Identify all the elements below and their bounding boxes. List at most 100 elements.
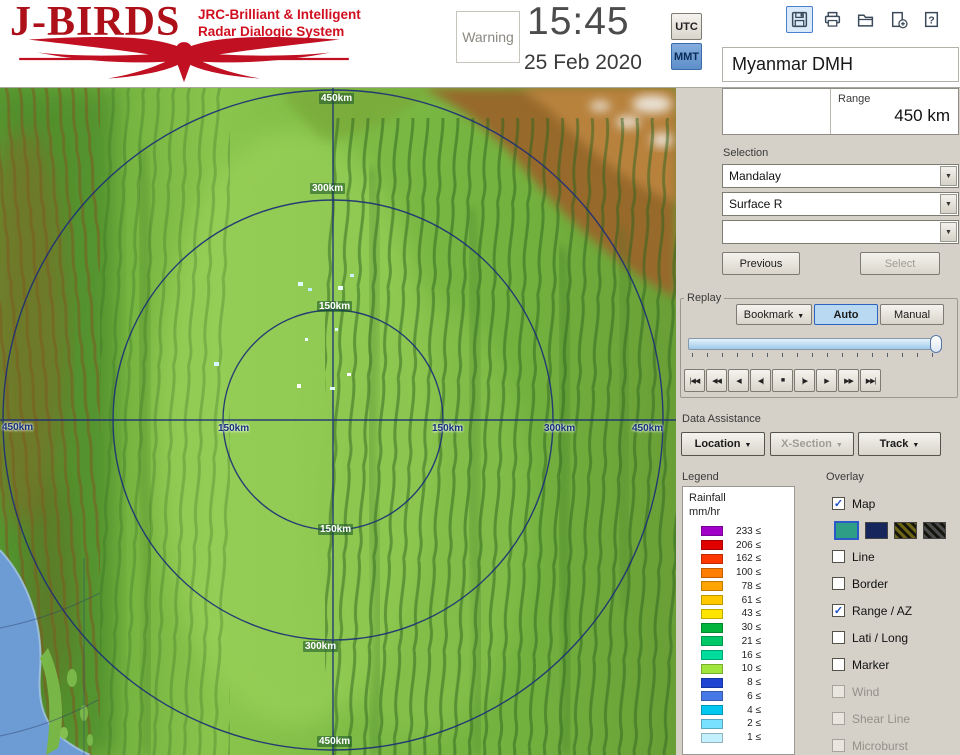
checkbox[interactable]: [832, 685, 845, 698]
chevron-down-icon: ▼: [912, 442, 920, 449]
selection-label: Selection: [723, 147, 769, 159]
map-style-swatch[interactable]: [834, 520, 859, 540]
track-button[interactable]: Track ▼: [858, 432, 941, 456]
overlay-item-shear-line[interactable]: Shear Line: [832, 705, 960, 732]
overlay-item-lati-long[interactable]: Lati / Long: [832, 624, 960, 651]
chevron-down-icon[interactable]: ▼: [940, 194, 957, 214]
map-style-swatch[interactable]: [865, 521, 888, 539]
legend-row: 6 ≤: [689, 690, 794, 704]
legend-color-swatch: [701, 553, 723, 564]
checkbox[interactable]: [832, 712, 845, 725]
legend-color-swatch: [701, 705, 723, 716]
range-label: 150km: [317, 301, 353, 312]
legend-row-label: 8 ≤: [747, 677, 761, 689]
checkbox[interactable]: [832, 658, 845, 671]
overlay-item-line[interactable]: Line: [832, 543, 960, 570]
select-button[interactable]: Select: [860, 252, 940, 275]
range-label: 150km: [432, 423, 464, 434]
map-style-swatch[interactable]: [923, 521, 946, 539]
legend-panel: Rainfall mm/hr 233 ≤ 206 ≤ 162 ≤ 100 ≤78 ≤ 6…: [682, 486, 795, 755]
legend-row-label: 4 ≤: [747, 704, 761, 716]
x-section-button[interactable]: X-Section ▼: [770, 432, 854, 456]
eagle-logo-icon: [19, 37, 349, 83]
print-button[interactable]: [819, 6, 846, 33]
playback-button-4[interactable]: ■: [772, 369, 793, 392]
site-combobox-value: Mandalay: [729, 169, 782, 183]
overlay-item-label: Microburst: [852, 738, 909, 753]
legend-row-label: 16 ≤: [741, 649, 761, 661]
playback-button-7[interactable]: ▶▶: [838, 369, 859, 392]
help-icon: ?: [924, 11, 939, 28]
legend-row: 78 ≤: [689, 580, 794, 594]
location-button[interactable]: Location ▼: [681, 432, 765, 456]
overlay-item-border[interactable]: Border: [832, 570, 960, 597]
manual-mode-button[interactable]: Manual: [880, 304, 944, 325]
range-label: 300km: [310, 183, 346, 194]
checkbox[interactable]: [832, 577, 845, 590]
checkbox[interactable]: ✓: [832, 497, 845, 510]
previous-button[interactable]: Previous: [722, 252, 800, 275]
open-folder-button[interactable]: [852, 6, 879, 33]
option-combobox[interactable]: ▼: [722, 220, 959, 244]
save-button[interactable]: [786, 6, 813, 33]
legend-row: 16 ≤: [689, 648, 794, 662]
bookmark-button[interactable]: Bookmark ▼: [736, 304, 812, 325]
utc-button[interactable]: UTC: [671, 13, 702, 40]
overlay-item-microburst[interactable]: Microburst: [832, 732, 960, 755]
overlay-item-map[interactable]: ✓ Map: [832, 490, 960, 517]
site-combobox[interactable]: Mandalay ▼: [722, 164, 959, 188]
legend-color-swatch: [701, 581, 723, 592]
checkbox[interactable]: [832, 631, 845, 644]
range-label: 300km: [303, 641, 339, 652]
track-label: Track: [879, 438, 909, 450]
legend-row-label: 1 ≤: [747, 732, 761, 744]
legend-row: 21 ≤: [689, 635, 794, 649]
playback-button-1[interactable]: ◀◀: [706, 369, 727, 392]
radar-map[interactable]: 450km 300km 150km 150km 300km 450km 450k…: [0, 88, 676, 755]
overlay-item-label: Lati / Long: [852, 630, 909, 645]
data-assistance-label: Data Assistance: [682, 413, 761, 425]
playback-button-2[interactable]: ◀: [728, 369, 749, 392]
playback-button-8[interactable]: ▶▶|: [860, 369, 881, 392]
checkbox[interactable]: [832, 550, 845, 563]
replay-timeline-slider[interactable]: [688, 335, 942, 353]
overlay-item-range-az[interactable]: ✓ Range / AZ: [832, 597, 960, 624]
playback-controls: |◀◀ ◀◀ ◀ ◀| ■ |▶ ▶ ▶▶ ▶▶|: [684, 369, 882, 392]
map-style-swatch[interactable]: [894, 521, 917, 539]
legend-row-label: 10 ≤: [741, 663, 761, 675]
org-name-box: Myanmar DMH: [722, 47, 959, 82]
map-style-swatches: [832, 517, 960, 543]
help-button[interactable]: ?: [918, 6, 945, 33]
product-combobox[interactable]: Surface R ▼: [722, 192, 959, 216]
export-button[interactable]: [885, 6, 912, 33]
legend-color-swatch: [701, 567, 723, 578]
warning-button[interactable]: Warning: [456, 11, 520, 63]
legend-row-label: 21 ≤: [741, 635, 761, 647]
playback-button-0[interactable]: |◀◀: [684, 369, 705, 392]
legend-color-swatch: [701, 636, 723, 647]
location-label: Location: [694, 438, 741, 450]
overlay-item-wind[interactable]: Wind: [832, 678, 960, 705]
legend-rows: 233 ≤ 206 ≤ 162 ≤ 100 ≤78 ≤ 61 ≤ 43 ≤ 30 ≤21 ≤…: [689, 525, 794, 745]
checkbox[interactable]: [832, 739, 845, 752]
range-label: 300km: [544, 423, 576, 434]
legend-row-label: 30 ≤: [741, 622, 761, 634]
legend-color-swatch: [701, 718, 723, 729]
playback-button-6[interactable]: ▶: [816, 369, 837, 392]
legend-color-swatch: [701, 691, 723, 702]
playback-button-5[interactable]: |▶: [794, 369, 815, 392]
open-folder-icon: [857, 14, 874, 27]
j-birds-app: J-BIRDS JRC-Brilliant & Intelligent Rada…: [0, 0, 960, 755]
chevron-down-icon[interactable]: ▼: [940, 166, 957, 186]
checkbox[interactable]: ✓: [832, 604, 845, 617]
legend-color-swatch: [701, 622, 723, 633]
overlay-item-marker[interactable]: Marker: [832, 651, 960, 678]
auto-mode-button[interactable]: Auto: [814, 304, 878, 325]
mmt-button[interactable]: MMT: [671, 43, 702, 70]
replay-slider-thumb[interactable]: [930, 335, 942, 353]
range-label: 450km: [632, 423, 664, 434]
overlay-item-label: Shear Line: [852, 711, 911, 726]
legend-label: Legend: [682, 471, 719, 483]
playback-button-3[interactable]: ◀|: [750, 369, 771, 392]
chevron-down-icon[interactable]: ▼: [940, 222, 957, 242]
